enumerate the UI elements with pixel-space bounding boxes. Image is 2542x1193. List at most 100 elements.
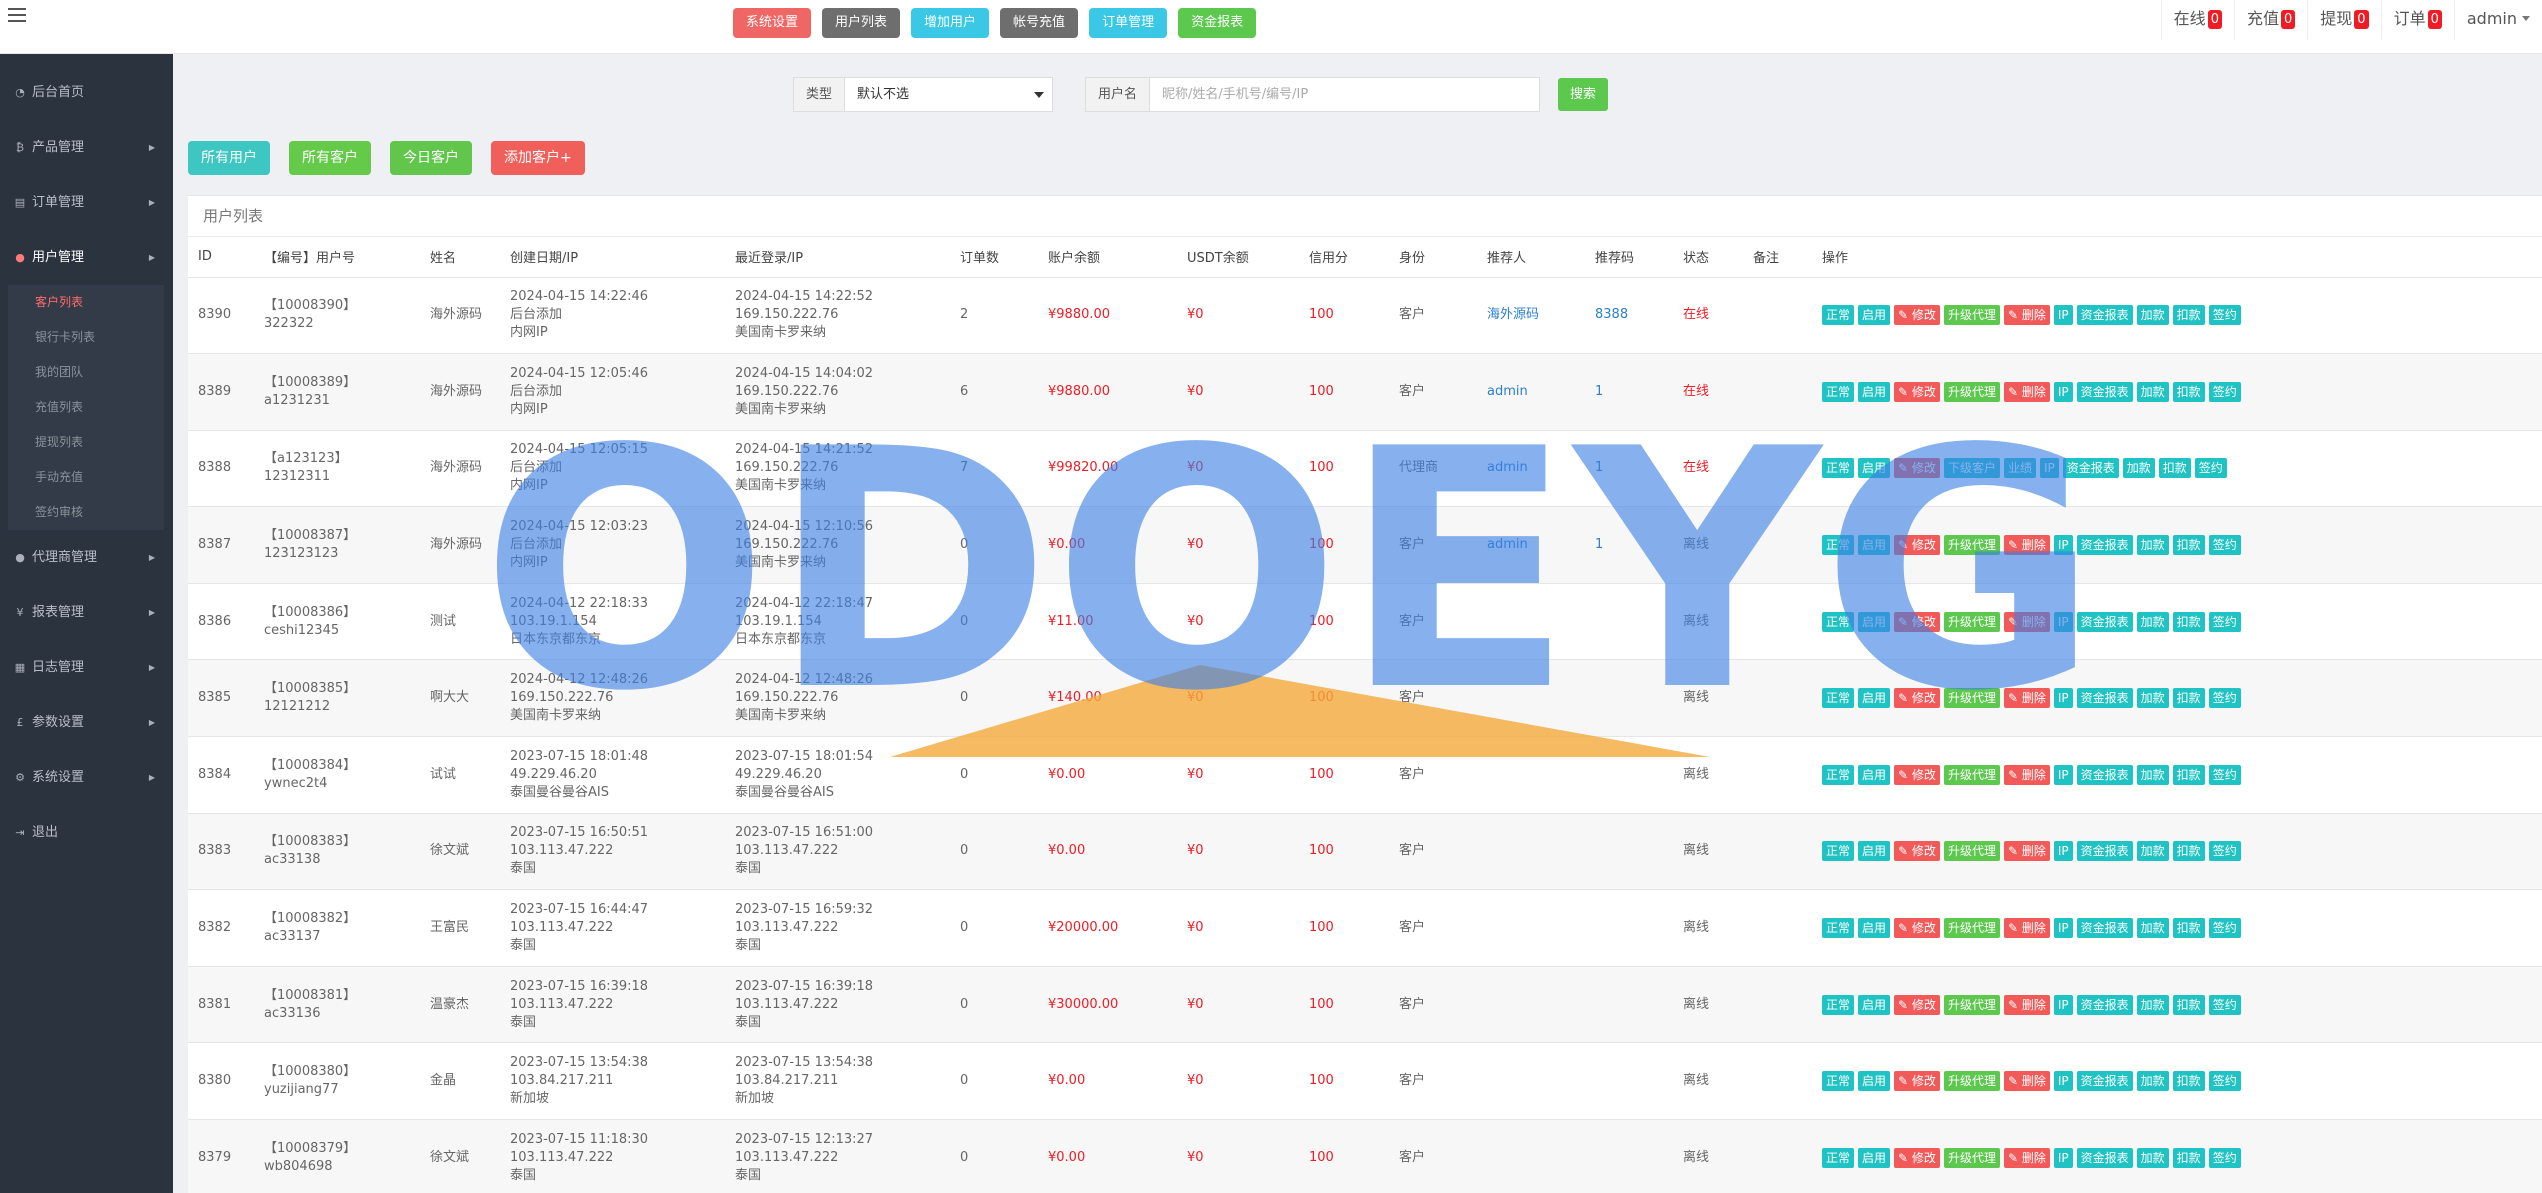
cell-referrer[interactable]: admin [1487, 353, 1595, 431]
action-button[interactable]: 签约 [2208, 1147, 2241, 1168]
action-button[interactable]: 扣款 [2172, 381, 2205, 402]
action-button[interactable]: IP [2053, 764, 2073, 785]
action-button[interactable]: 升级代理 [1943, 841, 2000, 862]
recharge-indicator[interactable]: 充值 0 [2233, 0, 2307, 40]
action-button[interactable]: 升级代理 [1943, 611, 2000, 632]
nav-fund-report[interactable]: 资金报表 [1178, 8, 1257, 38]
nav-order-management[interactable]: 订单管理 [1089, 8, 1168, 38]
type-select[interactable]: 默认不选 [845, 77, 1054, 112]
action-button[interactable]: 启用 [1858, 1071, 1891, 1092]
sidebar-item-logout[interactable]: ⇥ 退出 [0, 805, 173, 860]
action-button[interactable]: 资金报表 [2076, 305, 2133, 326]
nav-add-user[interactable]: 增加用户 [911, 8, 990, 38]
action-button[interactable]: 加款 [2136, 535, 2169, 556]
action-button[interactable]: 业绩 [2003, 458, 2036, 479]
action-button[interactable]: 签约 [2208, 994, 2241, 1015]
sidebar-item-agents[interactable]: ● 代理商管理 ▶ [0, 530, 173, 585]
action-button[interactable]: 正常 [1822, 535, 1855, 556]
action-button[interactable]: 加款 [2136, 764, 2169, 785]
action-button[interactable]: ✎ 删除 [2003, 305, 2050, 326]
cell-referrer[interactable] [1487, 966, 1595, 1044]
action-button[interactable]: 升级代理 [1943, 764, 2000, 785]
action-button[interactable]: IP [2053, 305, 2073, 326]
action-button[interactable]: 加款 [2136, 994, 2169, 1015]
filter-today-customers[interactable]: 今日客户 [390, 141, 472, 175]
action-button[interactable]: 升级代理 [1943, 918, 2000, 939]
action-button[interactable]: 正常 [1822, 1147, 1855, 1168]
sidebar-item-logs[interactable]: ▦ 日志管理 ▶ [0, 640, 173, 695]
action-button[interactable]: IP [2053, 994, 2073, 1015]
action-button[interactable]: 扣款 [2172, 1071, 2205, 1092]
action-button[interactable]: 启用 [1858, 381, 1891, 402]
col-refcode[interactable]: 推荐码 [1595, 237, 1683, 278]
action-button[interactable]: 正常 [1822, 764, 1855, 785]
action-button[interactable]: IP [2053, 841, 2073, 862]
submenu-contract-review[interactable]: 签约审核 [8, 495, 164, 530]
action-button[interactable]: 加款 [2136, 381, 2169, 402]
nav-account-recharge[interactable]: 帐号充值 [1000, 8, 1079, 38]
cell-referrer[interactable] [1487, 1119, 1595, 1193]
action-button[interactable]: 签约 [2208, 611, 2241, 632]
username-search-input[interactable]: 昵称/姓名/手机号/编号/IP [1150, 77, 1541, 112]
nav-system-settings[interactable]: 系统设置 [733, 8, 812, 38]
action-button[interactable]: 资金报表 [2076, 381, 2133, 402]
filter-all-users[interactable]: 所有用户 [188, 141, 270, 175]
filter-all-customers[interactable]: 所有客户 [289, 141, 371, 175]
online-indicator[interactable]: 在线 0 [2160, 0, 2234, 40]
sidebar-item-reports[interactable]: ¥ 报表管理 ▶ [0, 585, 173, 640]
add-customer-button[interactable]: 添加客户+ [491, 141, 585, 175]
col-usdt[interactable]: USDT余额 [1187, 237, 1309, 278]
cell-referrer[interactable]: 海外源码 [1487, 277, 1595, 355]
cell-referrer[interactable]: admin [1487, 430, 1595, 508]
action-button[interactable]: 正常 [1822, 994, 1855, 1015]
cell-referrer[interactable] [1487, 583, 1595, 661]
action-button[interactable]: 升级代理 [1943, 1147, 2000, 1168]
action-button[interactable]: 签约 [2208, 381, 2241, 402]
action-button[interactable]: ✎ 修改 [1894, 764, 1940, 785]
action-button[interactable]: 扣款 [2158, 458, 2191, 479]
col-last-login[interactable]: 最近登录/IP [735, 237, 960, 278]
cell-referrer[interactable] [1487, 736, 1595, 814]
action-button[interactable]: 下级客户 [1943, 458, 2000, 479]
cell-referrer[interactable] [1487, 889, 1595, 967]
submenu-withdraw-list[interactable]: 提现列表 [8, 425, 164, 460]
action-button[interactable]: ✎ 修改 [1894, 305, 1940, 326]
action-button[interactable]: 资金报表 [2076, 918, 2133, 939]
action-button[interactable]: 签约 [2208, 305, 2241, 326]
action-button[interactable]: 升级代理 [1943, 1071, 2000, 1092]
action-button[interactable]: 资金报表 [2076, 994, 2133, 1015]
action-button[interactable]: ✎ 修改 [1894, 918, 1940, 939]
action-button[interactable]: 签约 [2208, 535, 2241, 556]
col-created[interactable]: 创建日期/IP [510, 237, 735, 278]
col-role[interactable]: 身份 [1399, 237, 1487, 278]
action-button[interactable]: ✎ 删除 [2003, 918, 2050, 939]
action-button[interactable]: 加款 [2136, 1147, 2169, 1168]
action-button[interactable]: 启用 [1858, 1147, 1891, 1168]
user-menu[interactable]: admin [2453, 0, 2542, 40]
action-button[interactable]: 正常 [1822, 688, 1855, 709]
action-button[interactable]: 升级代理 [1943, 994, 2000, 1015]
action-button[interactable]: 资金报表 [2076, 535, 2133, 556]
action-button[interactable]: ✎ 修改 [1894, 535, 1940, 556]
action-button[interactable]: 扣款 [2172, 535, 2205, 556]
action-button[interactable]: ✎ 删除 [2003, 535, 2050, 556]
menu-toggle-icon[interactable] [8, 8, 26, 24]
action-button[interactable]: 启用 [1858, 764, 1891, 785]
action-button[interactable]: ✎ 删除 [2003, 611, 2050, 632]
orders-indicator[interactable]: 订单 0 [2380, 0, 2454, 40]
action-button[interactable]: ✎ 修改 [1894, 458, 1940, 479]
col-status[interactable]: 状态 [1683, 237, 1753, 278]
col-orders[interactable]: 订单数 [960, 237, 1048, 278]
action-button[interactable]: ✎ 修改 [1894, 1071, 1940, 1092]
action-button[interactable]: IP [2053, 535, 2073, 556]
action-button[interactable]: 签约 [2208, 764, 2241, 785]
withdraw-indicator[interactable]: 提现 0 [2307, 0, 2380, 40]
action-button[interactable]: 加款 [2136, 305, 2169, 326]
action-button[interactable]: IP [2039, 458, 2059, 479]
action-button[interactable]: ✎ 修改 [1894, 994, 1940, 1015]
col-balance[interactable]: 账户余额 [1048, 237, 1187, 278]
action-button[interactable]: 启用 [1858, 305, 1891, 326]
action-button[interactable]: IP [2053, 1071, 2073, 1092]
action-button[interactable]: 扣款 [2172, 611, 2205, 632]
search-button[interactable]: 搜索 [1558, 78, 1609, 111]
